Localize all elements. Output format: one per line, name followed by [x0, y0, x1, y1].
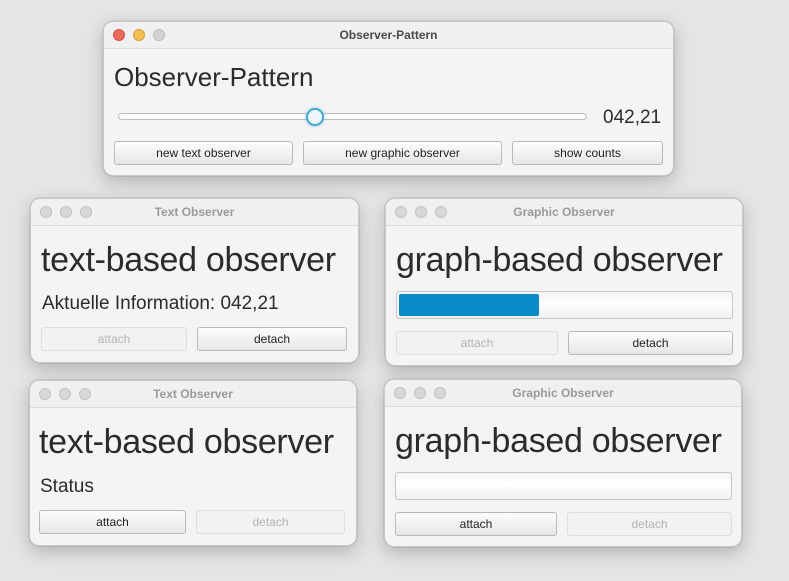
- detach-button[interactable]: detach: [196, 510, 345, 534]
- page-title: Observer-Pattern: [114, 62, 314, 92]
- attach-button[interactable]: attach: [396, 331, 558, 355]
- window-title: Text Observer: [154, 205, 235, 219]
- observer-heading: graph-based observer: [395, 422, 722, 460]
- main-titlebar: Observer-Pattern: [104, 22, 673, 49]
- value-slider-track[interactable]: [118, 113, 587, 120]
- window-title: Text Observer: [153, 387, 233, 401]
- window-title: Graphic Observer: [512, 386, 614, 400]
- new-text-observer-button[interactable]: new text observer: [114, 141, 293, 165]
- attach-button[interactable]: attach: [41, 327, 187, 351]
- window-title: Graphic Observer: [513, 205, 615, 219]
- attach-button[interactable]: attach: [39, 510, 186, 534]
- text-observer-window-1: Text Observer text-based observer Aktuel…: [30, 198, 359, 363]
- observer-heading: text-based observer: [39, 423, 334, 461]
- main-window: Observer-Pattern Observer-Pattern 042,21…: [103, 21, 674, 176]
- graphic-observer-2-titlebar: Graphic Observer: [385, 380, 741, 407]
- new-graphic-observer-button[interactable]: new graphic observer: [303, 141, 502, 165]
- graphic-observer-1-titlebar: Graphic Observer: [386, 199, 742, 226]
- text-observer-2-titlebar: Text Observer: [30, 381, 356, 408]
- detach-button[interactable]: detach: [567, 512, 732, 536]
- text-observer-1-titlebar: Text Observer: [31, 199, 358, 226]
- detach-button[interactable]: detach: [568, 331, 733, 355]
- text-observer-window-2: Text Observer text-based observer Status…: [29, 380, 357, 546]
- observer-info-label: Aktuelle Information: 042,21: [42, 293, 279, 314]
- value-label: 042,21: [603, 107, 662, 128]
- progress-bar: [395, 472, 732, 500]
- attach-button[interactable]: attach: [395, 512, 557, 536]
- graphic-observer-window-1: Graphic Observer graph-based observer at…: [385, 198, 743, 366]
- show-counts-button[interactable]: show counts: [512, 141, 663, 165]
- value-slider-thumb[interactable]: [306, 108, 325, 126]
- progress-bar: [396, 291, 733, 319]
- detach-button[interactable]: detach: [197, 327, 347, 351]
- progress-bar-fill: [399, 294, 539, 316]
- observer-heading: graph-based observer: [396, 241, 723, 279]
- observer-info-label: Status: [40, 476, 94, 497]
- window-title: Observer-Pattern: [339, 28, 438, 42]
- observer-heading: text-based observer: [41, 241, 336, 279]
- graphic-observer-window-2: Graphic Observer graph-based observer at…: [384, 379, 742, 547]
